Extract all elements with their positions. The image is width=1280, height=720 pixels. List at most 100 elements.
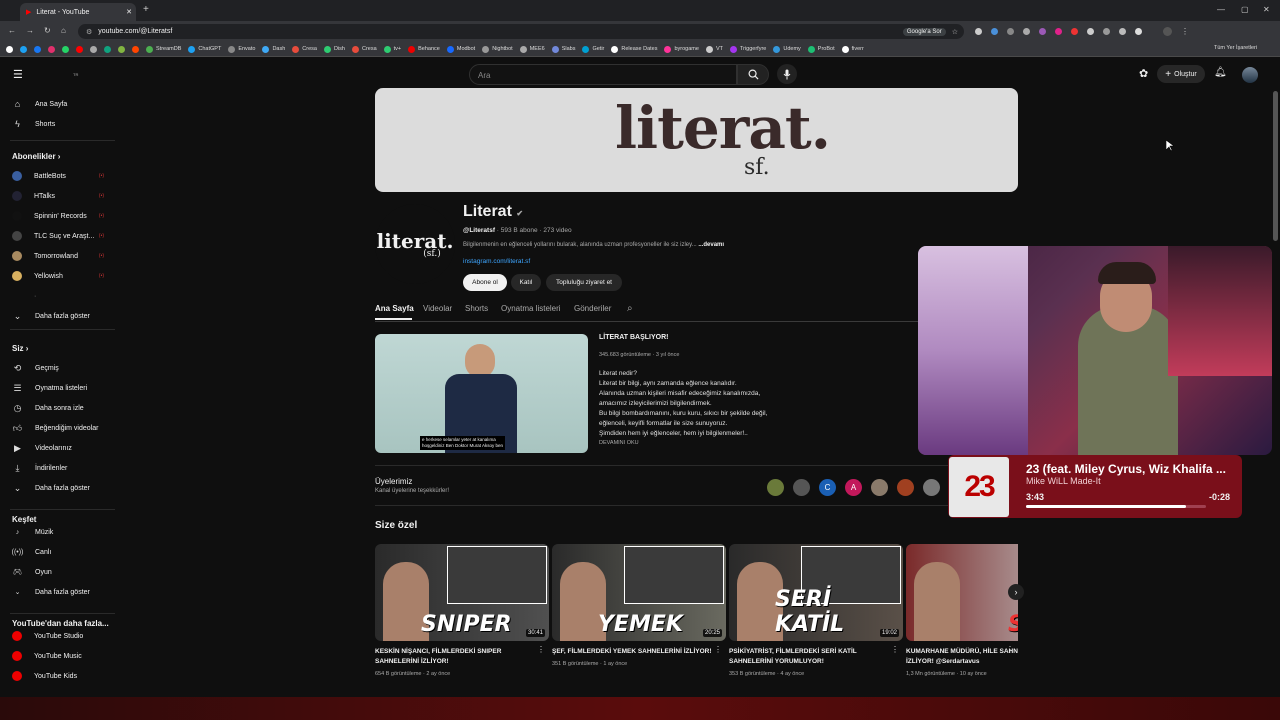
- featured-video-title[interactable]: LİTERAT BAŞLIYOR!: [599, 334, 668, 341]
- subscribe-button[interactable]: Abone ol: [463, 274, 507, 291]
- bookmark-item[interactable]: Udemy: [773, 45, 801, 53]
- forward-icon[interactable]: →: [26, 26, 34, 35]
- video-title[interactable]: KUMARHANE MÜDÜRÜ, HİLE SAHNELERİNİ İZLİY…: [906, 647, 1018, 667]
- bookmark-icon[interactable]: [90, 45, 97, 53]
- extension-icon[interactable]: [1007, 28, 1014, 35]
- video-card[interactable]: YEMEK 20:25 ŞEF, FİLMLERDEKİ YEMEK SAHNELE…: [552, 544, 726, 667]
- more-actions-icon[interactable]: ⋮: [537, 645, 545, 654]
- subscriptions-header[interactable]: Abonelikler ›: [12, 152, 60, 161]
- notifications-bell-icon[interactable]: 🔔︎: [1214, 67, 1227, 78]
- extension-icon[interactable]: [1055, 28, 1062, 35]
- search-icon[interactable]: ⌕: [627, 303, 633, 314]
- gear-icon[interactable]: ✿: [1139, 67, 1148, 80]
- video-title[interactable]: PSİKİYATRİST, FİLMLERDEKİ SERİ KATİL SAH…: [729, 647, 889, 667]
- sidebar-item-playlists[interactable]: ☰ Oynatma listeleri: [0, 379, 118, 397]
- close-window-icon[interactable]: ✕: [1263, 5, 1270, 14]
- bookmark-item[interactable]: ProBot: [807, 45, 835, 53]
- extension-icon[interactable]: [1023, 28, 1030, 35]
- channel-link[interactable]: instagram.com/literat.sf: [463, 258, 530, 265]
- extension-icon[interactable]: [1103, 28, 1110, 35]
- community-button[interactable]: Topluluğu ziyaret et: [546, 274, 622, 291]
- join-button[interactable]: Katıl: [511, 274, 541, 291]
- video-thumbnail[interactable]: SERİ KATİL 19:02: [729, 544, 903, 641]
- back-icon[interactable]: ←: [8, 26, 16, 35]
- read-more-link[interactable]: DEVAMINI OKU: [599, 440, 639, 446]
- description-more-link[interactable]: ...devamı: [698, 242, 724, 248]
- sidebar-item-youtube-music[interactable]: YouTube Music: [0, 647, 118, 665]
- sidebar-item-your-videos[interactable]: ▶ Videolarınız: [0, 439, 118, 457]
- bookmark-item[interactable]: Modbot: [446, 45, 475, 53]
- bookmark-item[interactable]: Getir: [582, 45, 604, 53]
- bookmark-icon[interactable]: [76, 45, 83, 53]
- member-avatar[interactable]: A: [845, 479, 862, 496]
- sidebar-item-youtube-studio[interactable]: YouTube Studio: [0, 627, 118, 645]
- bookmark-item[interactable]: ChatGPT: [188, 45, 221, 53]
- bookmark-icon[interactable]: [48, 45, 55, 53]
- sidebar-item-chevron-down[interactable]: ⌄ Daha fazla göster: [0, 479, 118, 497]
- video-card[interactable]: SERİ KATİL 19:02 PSİKİYATRİST, FİLMLERDEKİ…: [729, 544, 903, 677]
- bookmark-icon[interactable]: [20, 45, 27, 53]
- tab-3[interactable]: Oynatma listeleri: [501, 304, 561, 313]
- extension-icon[interactable]: [1071, 28, 1078, 35]
- more-actions-icon[interactable]: ⋮: [714, 645, 722, 654]
- video-card[interactable]: SNIPER 30:41 KESKİN NİŞANCI, FİLMLERDEKİ S…: [375, 544, 549, 677]
- sidebar-subscription-item[interactable]: HTalks (•): [0, 187, 118, 205]
- member-avatar[interactable]: [871, 479, 888, 496]
- video-thumbnail[interactable]: YEMEK 20:25: [552, 544, 726, 641]
- sidebar-subscription-item[interactable]: Yellowish (•): [0, 267, 118, 285]
- extension-icon[interactable]: [1087, 28, 1094, 35]
- close-tab-icon[interactable]: ✕: [126, 8, 132, 16]
- all-bookmarks-folder[interactable]: Tüm Yer İşaretleri: [1214, 45, 1257, 51]
- voice-search-button[interactable]: [777, 64, 797, 84]
- search-button[interactable]: [737, 64, 769, 85]
- sidebar-show-more[interactable]: ⌄ Daha fazla göster: [0, 307, 118, 325]
- bookmark-item[interactable]: byrogame: [664, 45, 699, 53]
- channel-description[interactable]: Bilgilenmenin en eğlenceli yollarını bul…: [463, 242, 773, 248]
- extension-icon[interactable]: [991, 28, 998, 35]
- bookmark-item[interactable]: VT: [705, 45, 723, 53]
- member-avatar[interactable]: [897, 479, 914, 496]
- you-header[interactable]: Siz ›: [12, 344, 28, 353]
- bookmark-icon[interactable]: [34, 45, 41, 53]
- featured-video-player[interactable]: e herkese selamlar yeter at kanalıma hoşg…: [375, 334, 588, 453]
- video-title[interactable]: KESKİN NİŞANCI, FİLMLERDEKİ SNIPER SAHNE…: [375, 647, 535, 667]
- bookmark-icon[interactable]: [104, 45, 111, 53]
- search-input[interactable]: Ara: [469, 64, 737, 85]
- bookmark-item[interactable]: tv+: [383, 45, 401, 53]
- sidebar-item-youtube-kids[interactable]: YouTube Kids: [0, 667, 118, 685]
- bookmark-item[interactable]: Dish: [323, 45, 345, 53]
- bookmark-item[interactable]: Slabs: [551, 45, 575, 53]
- more-actions-icon[interactable]: ⋮: [1006, 645, 1014, 654]
- new-tab-icon[interactable]: +: [143, 4, 149, 15]
- bookmark-item[interactable]: Cresa: [292, 45, 317, 53]
- tab-0[interactable]: Ana Sayfa: [375, 304, 414, 313]
- sidebar-item-shorts[interactable]: ϟ Shorts: [0, 115, 118, 133]
- extension-icon[interactable]: [1119, 28, 1126, 35]
- sidebar-subscription-item[interactable]: TLC Suç ve Araşt... (•): [0, 227, 118, 245]
- tab-2[interactable]: Shorts: [465, 304, 488, 313]
- tab-4[interactable]: Gönderiler: [574, 304, 611, 313]
- google-ask-button[interactable]: Google'a Sor: [902, 27, 946, 36]
- sidebar-subscription-item[interactable]: BattleBots (•): [0, 167, 118, 185]
- sidebar-item-music[interactable]: ♪ Müzik: [0, 523, 118, 541]
- sidebar-subscription-item[interactable]: Spinnin' Records (•): [0, 207, 118, 225]
- member-avatar[interactable]: [923, 479, 940, 496]
- menu-hamburger-icon[interactable]: ☰: [13, 68, 23, 81]
- bookmark-icon[interactable]: [6, 45, 13, 53]
- menu-kebab-icon[interactable]: ⋮: [1181, 27, 1189, 36]
- maximize-icon[interactable]: ▢: [1241, 5, 1249, 14]
- video-title[interactable]: ŞEF, FİLMLERDEKİ YEMEK SAHNELERİNİ İZLİY…: [552, 647, 712, 657]
- bookmark-item[interactable]: Behance: [408, 45, 440, 53]
- sidebar-subscription-item[interactable]: ·: [0, 287, 118, 305]
- sidebar-item-home[interactable]: ⌂ Ana Sayfa: [0, 95, 118, 113]
- account-avatar[interactable]: [1242, 67, 1258, 83]
- bookmark-icon[interactable]: [132, 45, 139, 53]
- extension-icon[interactable]: [1039, 28, 1046, 35]
- sidebar-item-chevron-down[interactable]: ⌄ Daha fazla göster: [0, 583, 118, 601]
- sidebar-item-watch-later[interactable]: ◷ Daha sonra izle: [0, 399, 118, 417]
- more-actions-icon[interactable]: ⋮: [891, 645, 899, 654]
- video-thumbnail[interactable]: S: [906, 544, 1018, 641]
- create-button[interactable]: + Oluştur: [1157, 65, 1205, 83]
- bookmark-item[interactable]: MEE6: [519, 45, 545, 53]
- sidebar-item-history[interactable]: ⟲ Geçmiş: [0, 359, 118, 377]
